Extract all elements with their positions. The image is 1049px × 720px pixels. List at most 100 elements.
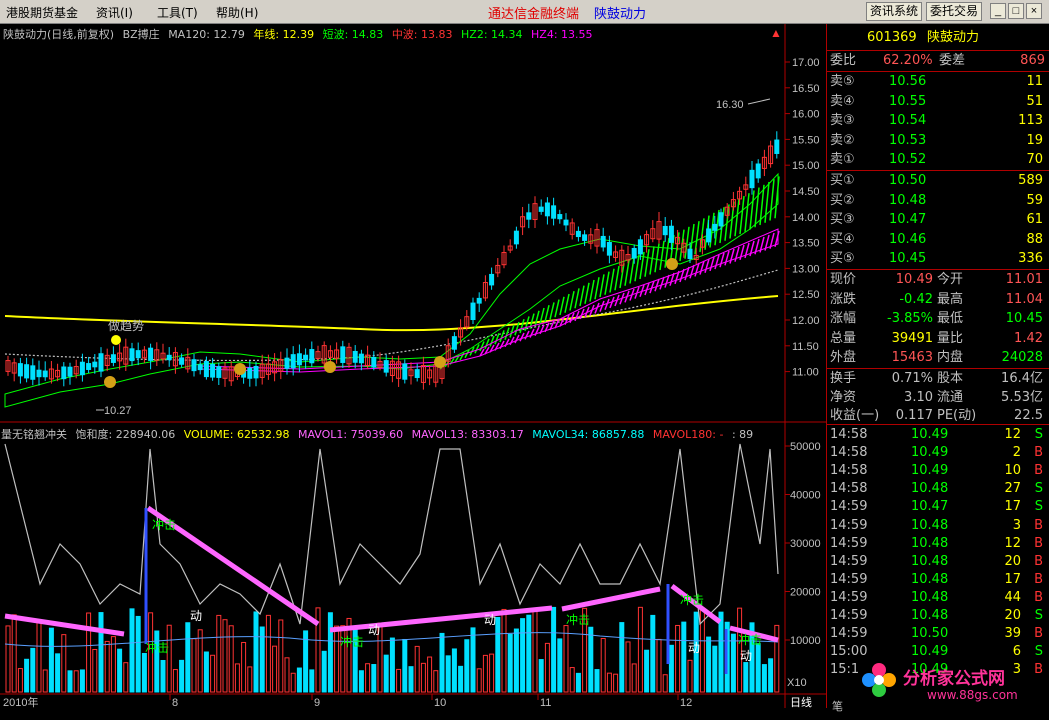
tick-row: 14:58 10.49 10 B [827,462,1049,480]
kline-chart-area[interactable]: 陕鼓动力(日线,前复权) BZ搏庄 MA120: 12.79 年线: 12.39… [0,24,826,708]
candle-body [718,212,724,227]
volume-bar [104,640,110,693]
volume-bar [501,608,507,693]
weibi-value: 62.20% [883,53,933,68]
volume-bar [761,664,767,693]
watermark-text: 分析家公式网 [903,669,1005,689]
volume-bar [86,612,92,693]
tick-side: B [1034,571,1043,587]
menu-item-info[interactable]: 资讯(I) [96,4,133,21]
sub-legend-volume: VOLUME: 62532.98 [183,428,290,441]
candle-body [42,370,48,378]
status-right-label: 笔 [832,701,843,713]
volume-bars [5,606,780,693]
stat-row: 涨幅 -3.85% 最低 10.45 [827,310,1049,328]
minimize-icon[interactable]: _ [990,3,1006,19]
volume-bar [755,643,761,693]
high-price-label: 16.30 [716,99,744,111]
bid-price: 10.46 [889,231,927,247]
candle-body [166,354,172,361]
tick-volume: 44 [1004,589,1021,605]
price-tick-label: 16.00 [792,109,820,121]
ask-price: 10.55 [889,93,927,109]
menu-item-hk-futures[interactable]: 港股期货基金 [6,4,78,21]
menu-item-help[interactable]: 帮助(H) [216,4,258,21]
trade-button[interactable]: 委托交易 [926,2,982,21]
volume-bar [712,645,718,693]
candle-body [203,361,209,378]
volume-bar [327,612,333,693]
baohedu-line [4,443,779,626]
stat-value: 11.04 [1005,291,1043,307]
volume-bar [526,614,532,693]
candle-body [358,353,364,364]
stat-value: 11.01 [1005,272,1043,287]
stock-code: 601369 [867,30,917,45]
stock-name: 陕鼓动力 [927,30,980,45]
info-system-button[interactable]: 资讯系统 [866,2,922,21]
candle-body [92,361,98,368]
sub-legend-mavol13: MAVOL13: 83303.17 [411,428,524,441]
volume-bar [768,658,774,693]
volume-bar [30,647,36,693]
maximize-icon[interactable]: □ [1008,3,1024,19]
tick-time: 14:59 [830,589,868,605]
volume-bar [687,659,693,693]
volume-bar [445,655,451,693]
menu-item-tools[interactable]: 工具(T) [157,4,198,21]
volume-bar [272,645,278,693]
vol-axis-unit: X10 [787,677,807,689]
tick-time: 14:59 [830,553,868,569]
stat-value: 1.42 [1014,330,1043,346]
weibi-label: 委比 [830,53,857,68]
volume-bar [476,668,482,693]
candle-body [197,364,203,371]
dong-label: 动 [688,641,700,655]
candle-body [179,357,185,365]
tick-side: B [1034,553,1043,569]
price-tick-label: 14.00 [792,212,820,224]
candle-body [303,354,309,361]
volume-bar [284,657,290,693]
stock-title: 陕鼓动力 [594,7,647,22]
volume-bar [166,624,172,693]
bid-volume: 59 [1026,192,1043,208]
volume-bar [55,653,61,693]
price-tick-label: 15.50 [792,134,820,146]
candle-body [148,347,154,361]
bid-price: 10.48 [889,192,927,208]
volume-bar [675,624,681,693]
close-icon[interactable]: × [1026,3,1042,19]
candle-body [513,230,519,245]
candle-body [371,356,377,368]
watermark-logo-icon [862,663,896,697]
candle-body [296,353,302,366]
tick-side: S [1034,427,1043,442]
candle-body [61,366,67,380]
tick-volume: 12 [1004,535,1021,551]
candle-body [451,336,457,350]
fundamental-row: 收益(一) 0.117 PE(动) 22.5 [827,407,1049,425]
stat-row: 总量 39491 量比 1.42 [827,330,1049,348]
stat-value: 15463 [891,350,933,365]
ask-label: 卖③ [830,113,855,128]
volume-bar [718,611,724,693]
tick-time: 14:59 [830,626,868,642]
stat-label: 今开 [937,272,964,287]
candle-body [36,369,42,378]
dong-label: 动 [368,623,380,637]
stat-value: -0.42 [899,291,933,307]
ask-label: 卖⑤ [830,74,855,89]
tick-volume: 17 [1004,571,1021,587]
volume-bar [396,668,402,693]
tick-time: 14:58 [830,481,868,497]
volume-bar [172,669,178,693]
candle-body [17,363,23,377]
fund-value: 16.4亿 [1001,371,1043,386]
candle-body [668,225,674,243]
tick-volume: 39 [1004,626,1021,642]
volume-bar [160,659,166,693]
stat-label: 最低 [937,311,964,326]
sub-legend-tail: : 89 [731,428,754,441]
candle-body [402,363,408,380]
